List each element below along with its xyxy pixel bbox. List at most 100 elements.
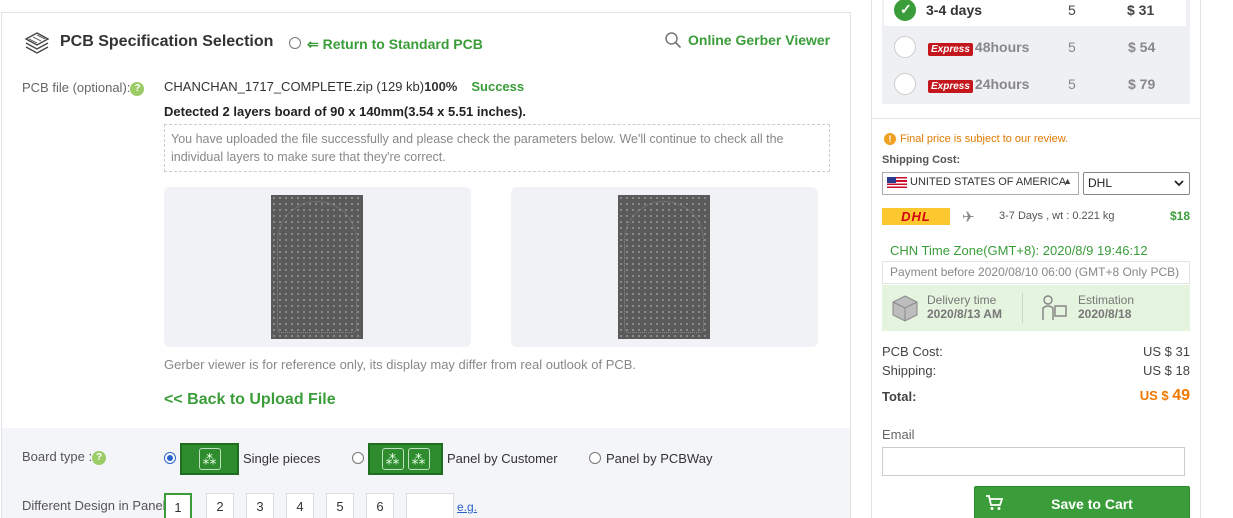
shipping-cost-value: US $ 18 xyxy=(1143,363,1190,378)
timezone-clock: CHN Time Zone(GMT+8): 2020/8/9 19:46:12 xyxy=(890,243,1148,258)
estimation-label: Estimation xyxy=(1078,293,1135,307)
online-gerber-viewer-link[interactable]: Online Gerber Viewer xyxy=(688,32,830,48)
single-pieces-label[interactable]: Single pieces xyxy=(243,451,320,466)
single-pieces-image[interactable]: ⁂ xyxy=(180,443,239,475)
upload-status: Success xyxy=(471,79,525,94)
shipping-cost-label: Shipping Cost: xyxy=(882,154,961,166)
build-time-label: 3-4 days xyxy=(926,2,983,18)
build-time-option-24hours[interactable]: Express 24hours 5 $ 79 xyxy=(882,65,1190,102)
page-title: PCB Specification Selection xyxy=(60,33,274,50)
build-time-label: Express 48hours xyxy=(928,39,1029,56)
upload-progress: 100% xyxy=(424,79,458,94)
shipping-cost-row-label: Shipping: xyxy=(882,363,937,378)
total-currency: US $ xyxy=(1139,388,1173,403)
build-time-qty: 5 xyxy=(1068,2,1076,18)
save-to-cart-button[interactable]: Save to Cart xyxy=(974,486,1190,518)
divider xyxy=(1022,293,1023,323)
airplane-icon: ✈ xyxy=(962,209,975,226)
return-standard-radio[interactable] xyxy=(289,37,301,49)
panel-by-customer-radio[interactable] xyxy=(352,452,364,464)
radio-circle-icon[interactable] xyxy=(894,36,916,58)
delivery-estimate-box: Delivery time 2020/8/13 AM Estimation 20… xyxy=(882,285,1190,331)
build-time-qty: 5 xyxy=(1068,76,1076,92)
different-design-label-text: Different Design in Panel xyxy=(22,498,166,513)
total-row: Total: US $ 49 xyxy=(882,387,1190,405)
pcb-bottom-layer-image xyxy=(618,195,710,339)
circuit-icon: ⁂ xyxy=(198,448,221,470)
build-time-price: $ 54 xyxy=(1128,39,1156,55)
design-count-6[interactable]: 6 xyxy=(366,493,394,518)
different-design-label: Different Design in Panel xyxy=(22,498,166,514)
save-to-cart-label: Save to Cart xyxy=(1051,496,1133,512)
help-icon[interactable]: ? xyxy=(92,450,107,465)
shipping-cost-row: Shipping: US $ 18 xyxy=(882,363,1190,378)
final-price-note: ! Final price is subject to our review. xyxy=(884,133,1068,145)
total-label: Total: xyxy=(882,389,917,404)
shipping-days-weight: 3-7 Days , wt : 0.221 kg xyxy=(999,210,1115,222)
panel-by-pcbway-label[interactable]: Panel by PCBWay xyxy=(606,451,712,466)
build-time-option-3-4-days[interactable]: 3-4 days 5 $ 31 xyxy=(884,0,1186,26)
return-standard-pcb-link[interactable]: ⇐ Return to Standard PCB xyxy=(307,36,483,53)
warning-icon: ! xyxy=(884,133,896,145)
build-time-price: $ 31 xyxy=(1127,2,1155,18)
total-amount: 49 xyxy=(1172,387,1190,404)
search-icon[interactable] xyxy=(664,31,682,49)
pcb-cost-value: US $ 31 xyxy=(1143,344,1190,359)
design-count-4[interactable]: 4 xyxy=(286,493,314,518)
shipping-price: $18 xyxy=(1169,209,1190,223)
delivery-time-label: Delivery time xyxy=(927,293,997,307)
express-badge: Express xyxy=(928,43,973,56)
email-label: Email xyxy=(882,427,915,442)
board-type-label: Board type :? xyxy=(22,449,107,465)
carrier-select-value: DHL xyxy=(1088,176,1113,190)
single-pieces-radio[interactable] xyxy=(164,452,176,464)
back-to-upload-link[interactable]: << Back to Upload File xyxy=(164,391,336,409)
email-field[interactable] xyxy=(882,447,1185,476)
pcb-file-label: PCB file (optional):? xyxy=(22,80,145,96)
express-badge: Express xyxy=(928,80,973,93)
chevron-up-icon: ▲ xyxy=(1063,176,1072,186)
help-icon[interactable]: ? xyxy=(130,81,145,96)
delivery-person-icon xyxy=(1042,295,1067,320)
pcb-cost-row: PCB Cost: US $ 31 xyxy=(882,344,1190,359)
build-time-label: Express 24hours xyxy=(928,76,1029,93)
pcb-layers-icon xyxy=(24,32,50,54)
us-flag-icon xyxy=(887,176,907,188)
design-count-3[interactable]: 3 xyxy=(246,493,274,518)
uploaded-file-info: CHANCHAN_1717_COMPLETE.zip (129 kb)100% S… xyxy=(164,79,524,94)
divider xyxy=(871,118,1201,119)
build-time-label-text: 24hours xyxy=(974,76,1030,92)
design-count-2[interactable]: 2 xyxy=(206,493,234,518)
panel-by-pcbway-radio[interactable] xyxy=(589,452,601,464)
panel-by-customer-image[interactable]: ⁂ ⁂ xyxy=(368,443,443,475)
country-select[interactable]: UNITED STATES OF AMERICA ▲ xyxy=(882,172,1079,195)
estimation-value: 2020/8/18 xyxy=(1078,307,1132,321)
final-price-note-text: Final price is subject to our review. xyxy=(900,133,1069,145)
build-time-qty: 5 xyxy=(1068,39,1076,55)
example-link[interactable]: e.g. xyxy=(457,500,477,514)
board-type-label-text: Board type : xyxy=(22,449,93,464)
payment-deadline: Payment before 2020/08/10 06:00 (GMT+8 O… xyxy=(882,261,1190,284)
file-name: CHANCHAN_1717_COMPLETE.zip (129 kb) xyxy=(164,79,425,94)
pcb-cost-label: PCB Cost: xyxy=(882,344,943,359)
gerber-reference-note: Gerber viewer is for reference only, its… xyxy=(164,357,637,372)
design-count-1[interactable]: 1 xyxy=(164,493,192,518)
build-time-price: $ 79 xyxy=(1128,76,1156,92)
circuit-icon: ⁂ xyxy=(381,448,404,470)
check-circle-icon[interactable] xyxy=(894,0,916,21)
chevron-down-icon xyxy=(1174,180,1184,187)
panel-by-customer-label[interactable]: Panel by Customer xyxy=(447,451,558,466)
detected-board-info: Detected 2 layers board of 90 x 140mm(3.… xyxy=(164,104,527,119)
build-time-option-48hours[interactable]: Express 48hours 5 $ 54 xyxy=(882,28,1190,65)
design-count-5[interactable]: 5 xyxy=(326,493,354,518)
total-value: US $ 49 xyxy=(1140,387,1190,405)
delivery-time-value: 2020/8/13 AM xyxy=(927,307,1002,321)
radio-circle-icon[interactable] xyxy=(894,73,916,95)
dhl-logo: DHL xyxy=(882,208,950,225)
design-count-input[interactable] xyxy=(406,493,454,518)
carrier-select[interactable]: DHL xyxy=(1083,172,1190,195)
pcb-top-layer-image xyxy=(271,195,363,339)
build-time-label-text: 48hours xyxy=(974,39,1030,55)
upload-notice: You have uploaded the file successfully … xyxy=(164,124,830,172)
pcb-file-label-text: PCB file (optional): xyxy=(22,80,131,95)
